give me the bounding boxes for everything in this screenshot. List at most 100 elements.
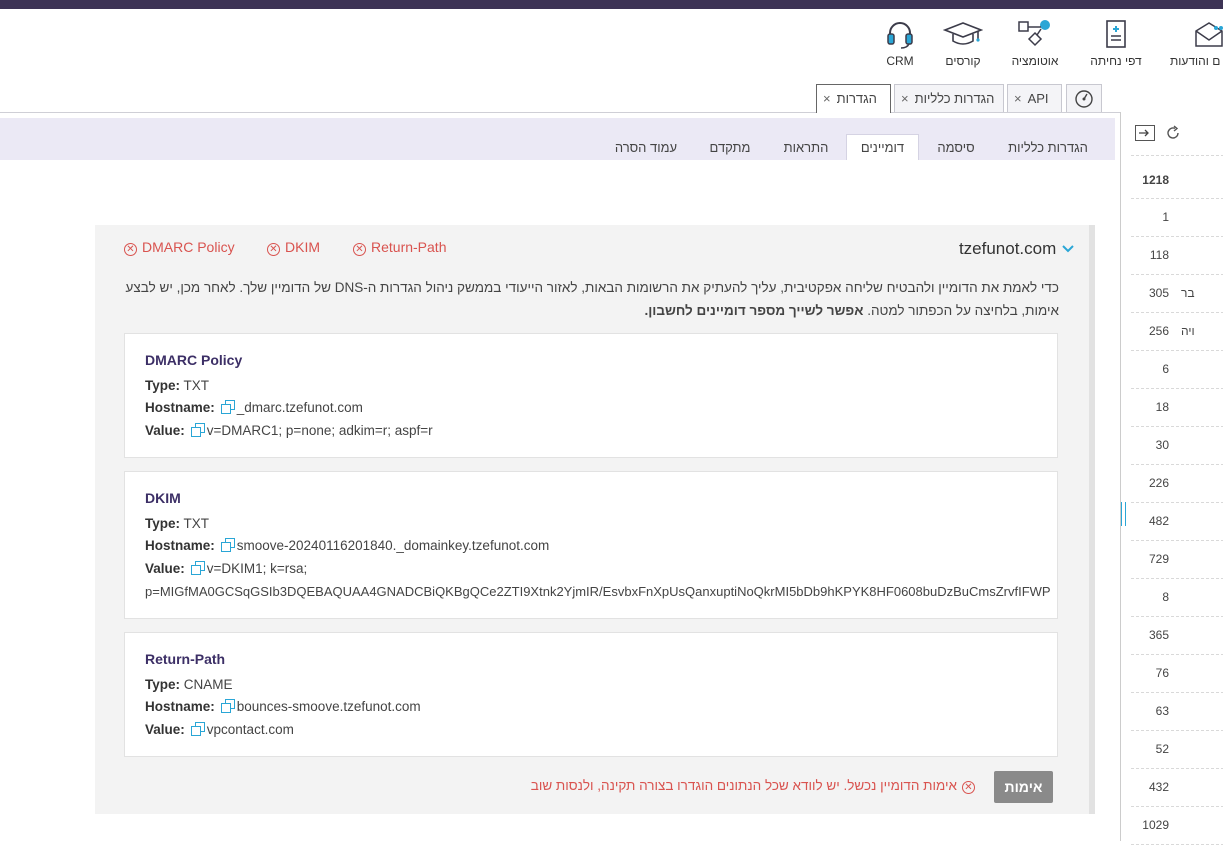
verify-button[interactable]: אימות: [994, 771, 1053, 803]
subtab-domains[interactable]: דומיינים: [846, 134, 919, 160]
side-list-number: 256: [1148, 324, 1169, 338]
landing-page-icon: [1106, 20, 1126, 48]
instructions-line: אימות, בלחיצה על הכפתור למטה. אפשר לשייך…: [644, 303, 1059, 318]
copy-icon[interactable]: [190, 561, 205, 575]
copy-icon[interactable]: [220, 538, 235, 552]
divider: [1131, 312, 1223, 313]
record-hostname: Hostname: bounces-smoove.tzefunot.com: [145, 699, 421, 714]
divider: [1131, 198, 1223, 199]
dns-record-return-path: Return-Path Type: CNAME Hostname: bounces…: [124, 632, 1058, 757]
copy-icon[interactable]: [220, 699, 235, 713]
divider: [1131, 540, 1223, 541]
instructions-bold: אפשר לשייך מספר דומיינים לחשבון.: [644, 303, 864, 318]
divider: [1131, 426, 1223, 427]
nav-item-landing-pages[interactable]: דפי נחיתה: [1086, 19, 1146, 68]
close-icon[interactable]: ×: [823, 91, 831, 106]
side-list-number: 76: [1155, 666, 1169, 680]
divider: [1131, 654, 1223, 655]
refresh-icon[interactable]: [1165, 125, 1181, 141]
graduation-cap-icon: [943, 22, 983, 45]
record-value: Value: vpcontact.com: [145, 722, 294, 737]
card-scrollbar[interactable]: [1089, 225, 1095, 814]
x-circle-icon: ✕: [124, 243, 137, 256]
side-list-number: 30: [1155, 438, 1169, 452]
envelope-icon: [1195, 22, 1223, 47]
dns-record-dkim: DKIM Type: TXT Hostname: smoove-202401162…: [124, 471, 1058, 619]
side-list-number: 6: [1162, 362, 1169, 376]
subtab-general[interactable]: הגדרות כלליות: [993, 135, 1103, 160]
side-list-number: 1: [1162, 210, 1169, 224]
nav-label: CRM: [886, 54, 914, 68]
record-value-cont: p=MIGfMA0GCSqGSIb3DQEBAQUAA4GNADCBiQKBgQ…: [145, 584, 1051, 599]
record-title: DMARC Policy: [145, 352, 243, 368]
record-type: Type: TXT: [145, 378, 210, 393]
copy-icon[interactable]: [190, 423, 205, 437]
nav-label: דפי נחיתה: [1090, 54, 1142, 68]
side-list-number: 118: [1149, 248, 1169, 262]
tab-label: הגדרות: [836, 91, 877, 106]
record-title: DKIM: [145, 490, 181, 506]
divider: [1131, 768, 1223, 769]
record-hostname: Hostname: smoove-20240116201840._domainke…: [145, 538, 550, 553]
sign-in-icon[interactable]: [1135, 125, 1155, 141]
divider: [1131, 464, 1223, 465]
tab-label: הגדרות כלליות: [914, 91, 995, 106]
side-list-number: 18: [1155, 400, 1169, 414]
record-type: Type: CNAME: [145, 677, 233, 692]
resize-handle[interactable]: [1121, 502, 1126, 526]
instructions-line: כדי לאמת את הדומיין ולהבטיח שליחה אפקטיב…: [125, 280, 1059, 295]
automation-icon: [1018, 20, 1050, 47]
headset-icon: [887, 22, 913, 49]
tab-general-settings[interactable]: × הגדרות כלליות: [894, 84, 1004, 112]
app-header: CRM קורסים אוטומציה דפי נחיתה ם והודעות …: [0, 9, 1223, 113]
divider: [1131, 806, 1223, 807]
divider: [1131, 350, 1223, 351]
status-dkim: ✕ DKIM: [267, 239, 320, 256]
copy-icon[interactable]: [220, 400, 235, 414]
tab-dashboard[interactable]: [1066, 84, 1102, 112]
close-icon[interactable]: ×: [901, 91, 909, 106]
tab-api[interactable]: × API: [1007, 84, 1062, 112]
subtab-unsubscribe-page[interactable]: עמוד הסרה: [606, 135, 686, 160]
nav-label: אוטומציה: [1011, 54, 1059, 68]
x-circle-icon: ✕: [353, 243, 366, 256]
domain-header[interactable]: tzefunot.com: [959, 239, 1075, 259]
nav-item-courses[interactable]: קורסים: [940, 19, 986, 68]
settings-subtabs: הגדרות כלליות סיסמה דומיינים התראות מתקד…: [0, 118, 1115, 160]
side-list-number: 1029: [1142, 818, 1169, 832]
divider: [1131, 236, 1223, 237]
divider: [1131, 616, 1223, 617]
side-list-number: 63: [1155, 704, 1169, 718]
side-list-fragment: בר: [1181, 286, 1195, 300]
tab-settings[interactable]: × הגדרות: [816, 84, 891, 113]
subtab-password[interactable]: סיסמה: [925, 135, 987, 160]
status-dmarc: ✕ DMARC Policy: [124, 239, 235, 256]
nav-item-messages[interactable]: ם והודעות: [1170, 19, 1223, 68]
nav-item-crm[interactable]: CRM: [880, 19, 920, 68]
domain-name: tzefunot.com: [958, 239, 1057, 258]
side-list-number: 305: [1148, 286, 1169, 300]
tab-label: API: [1027, 91, 1049, 106]
x-circle-icon: ✕: [267, 243, 280, 256]
side-list-number: 482: [1148, 514, 1169, 528]
copy-icon[interactable]: [190, 722, 205, 736]
record-hostname: Hostname: _dmarc.tzefunot.com: [145, 400, 363, 415]
record-value: Value: v=DKIM1; k=rsa;: [145, 561, 308, 576]
top-accent-bar: [0, 0, 1223, 9]
divider: [1131, 578, 1223, 579]
side-list-fragment: ויה: [1181, 324, 1195, 338]
arrow-right-icon: [1139, 129, 1149, 137]
side-list-number: 729: [1148, 552, 1169, 566]
chevron-down-icon[interactable]: [1061, 244, 1075, 254]
subtab-advanced[interactable]: מתקדם: [700, 135, 760, 160]
nav-label: ם והודעות: [1170, 54, 1221, 68]
close-icon[interactable]: ×: [1014, 91, 1022, 106]
domain-instructions: כדי לאמת את הדומיין ולהבטיח שליחה אפקטיב…: [124, 276, 1059, 322]
nav-item-automation[interactable]: אוטומציה: [1008, 19, 1062, 68]
divider: [1131, 155, 1223, 156]
divider: [1131, 692, 1223, 693]
divider: [1131, 274, 1223, 275]
nav-label: קורסים: [945, 54, 981, 68]
subtab-notifications[interactable]: התראות: [772, 135, 840, 160]
side-list-number: 52: [1155, 742, 1169, 756]
